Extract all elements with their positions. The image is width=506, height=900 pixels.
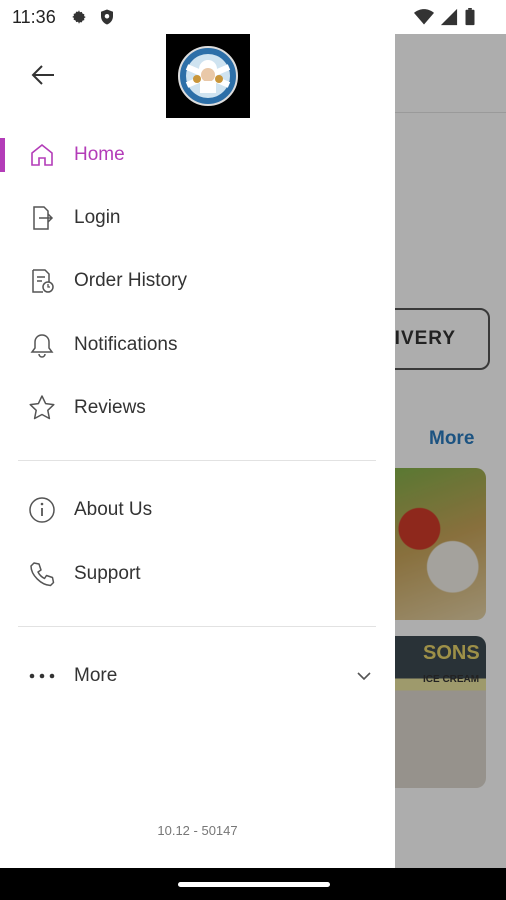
more-dots-icon	[28, 662, 56, 690]
status-time: 11:36	[12, 7, 56, 27]
menu-item-reviews[interactable]: Reviews	[0, 380, 395, 436]
menu-item-notifications[interactable]: Notifications	[0, 317, 395, 373]
battery-icon	[465, 8, 475, 26]
gear-icon	[72, 10, 86, 24]
order-history-icon	[28, 267, 56, 295]
star-icon	[28, 394, 56, 422]
home-icon	[28, 141, 56, 169]
menu-divider	[18, 460, 376, 461]
arrow-left-icon	[31, 65, 54, 85]
app-version: 10.12 - 50147	[157, 823, 238, 838]
restaurant-logo	[166, 34, 250, 118]
menu-label-notifications: Notifications	[74, 334, 178, 355]
menu-divider-2	[18, 626, 376, 627]
wifi-icon	[414, 9, 434, 25]
menu-item-more[interactable]: More	[0, 648, 395, 704]
chevron-down-icon[interactable]	[355, 667, 373, 685]
menu-label-login: Login	[74, 207, 121, 228]
status-bar: 11:36	[0, 0, 506, 34]
chef-logo-icon	[178, 46, 238, 106]
status-icons-left	[70, 8, 116, 26]
menu-item-about-us[interactable]: About Us	[0, 482, 395, 538]
menu-label-order-history: Order History	[74, 270, 187, 291]
info-icon	[28, 496, 56, 524]
active-indicator	[0, 138, 5, 172]
shield-icon	[101, 9, 113, 25]
navigation-drawer: Home Login Order History Notifications R…	[0, 34, 395, 868]
menu-item-support[interactable]: Support	[0, 546, 395, 602]
status-icons-right	[414, 8, 476, 26]
home-gesture-handle[interactable]	[178, 882, 330, 887]
system-navigation-bar	[0, 868, 506, 900]
menu-item-order-history[interactable]: Order History	[0, 253, 395, 309]
menu-label-more: More	[74, 665, 118, 686]
login-icon	[28, 204, 56, 232]
menu-item-home[interactable]: Home	[0, 127, 395, 183]
back-button[interactable]	[28, 59, 60, 91]
menu-label-support: Support	[74, 563, 141, 584]
phone-icon	[28, 560, 56, 588]
menu-label-reviews: Reviews	[74, 397, 146, 418]
menu-label-about-us: About Us	[74, 499, 153, 520]
drawer-scrim[interactable]	[395, 34, 506, 868]
menu-item-login[interactable]: Login	[0, 190, 395, 246]
bell-icon	[28, 331, 56, 359]
menu-label-home: Home	[74, 144, 125, 165]
signal-icon	[440, 8, 458, 26]
